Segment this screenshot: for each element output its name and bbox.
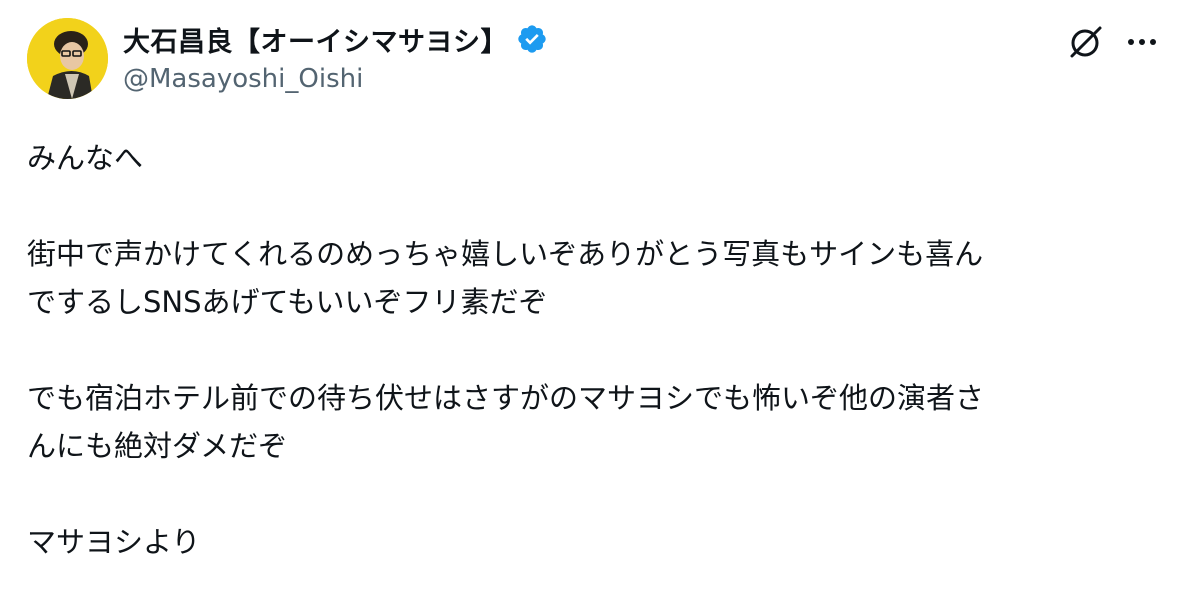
name-row: 大石昌良【オーイシマサヨシ】 (123, 18, 548, 60)
tweet-line: んにも絶対ダメだぞ (27, 429, 288, 463)
tweet-line-blank (27, 470, 1167, 518)
tweet-line: でも宿泊ホテル前での待ち伏せはさすがのマサヨシでも怖いぞ他の演者さ (27, 381, 985, 415)
author-handle[interactable]: @Masayoshi_Oishi (123, 64, 548, 94)
tweet-line: マサヨシより (27, 525, 201, 559)
avatar-image (27, 18, 108, 99)
display-name[interactable]: 大石昌良【オーイシマサヨシ】 (123, 20, 508, 59)
tweet-line: 街中で声かけてくれるのめっちゃ嬉しいぞありがとう写真もサインも喜ん (27, 237, 984, 271)
author-info: 大石昌良【オーイシマサヨシ】 @Masayoshi_Oishi (123, 18, 548, 94)
tweet-card: 大石昌良【オーイシマサヨシ】 @Masayoshi_Oishi みんなへ 街中で… (0, 0, 1190, 600)
grok-button[interactable] (1066, 22, 1106, 62)
tweet-line-blank (27, 326, 1167, 374)
grok-icon (1070, 26, 1102, 58)
verified-badge-icon (516, 23, 548, 55)
more-icon (1128, 39, 1156, 45)
tweet-line: でするしSNSあげてもいいぞフリ素だぞ (27, 285, 548, 319)
tweet-line-blank (27, 182, 1167, 230)
tweet-text: みんなへ 街中で声かけてくれるのめっちゃ嬉しいぞありがとう写真もサインも喜ん で… (27, 134, 1167, 566)
tweet-line: みんなへ (27, 141, 144, 175)
avatar[interactable] (27, 18, 108, 99)
tweet-header: 大石昌良【オーイシマサヨシ】 @Masayoshi_Oishi (0, 0, 1190, 110)
more-options-button[interactable] (1122, 22, 1162, 62)
